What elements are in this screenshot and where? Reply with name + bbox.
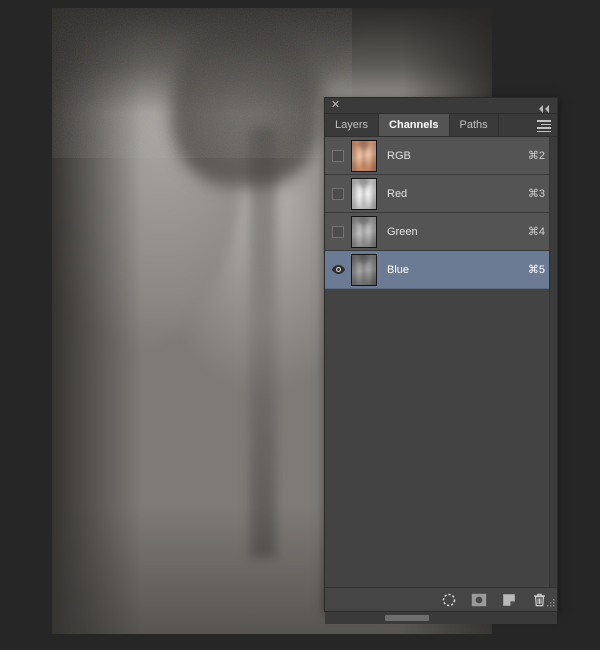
mask-icon [471,593,487,606]
visibility-off-icon [332,149,344,162]
panel-tabbar: Layers Channels Paths [325,114,557,137]
photo-spine-shadow [250,128,277,558]
tab-channels[interactable]: Channels [379,114,450,136]
create-new-channel-button[interactable] [497,589,521,611]
visibility-toggle-red[interactable] [325,175,351,213]
channel-name-blue: Blue [387,263,410,276]
panel-footer-toolbar [325,587,557,611]
channel-row-blue[interactable]: Blue ⌘5 [325,251,557,289]
channel-name-red: Red [387,187,408,200]
green-channel-thumbnail [351,215,377,248]
close-icon[interactable]: ✕ [330,100,341,111]
visibility-toggle-green[interactable] [325,213,351,251]
panel-vertical-scrollbar[interactable] [549,137,557,587]
red-channel-thumbnail [351,177,377,210]
new-page-icon [503,593,515,606]
channels-list: RGB ⌘2 Red ⌘3 Green ⌘4 Blue ⌘5 [325,137,557,587]
visibility-toggle-rgb[interactable] [325,137,351,175]
channel-row-red[interactable]: Red ⌘3 [325,175,557,213]
tab-paths[interactable]: Paths [450,114,499,136]
channel-name-green: Green [387,225,418,238]
horizontal-scrollbar-thumb[interactable] [385,615,429,621]
channel-row-rgb[interactable]: RGB ⌘2 [325,137,557,175]
blue-channel-thumbnail [351,253,377,286]
rgb-thumbnail [351,139,377,172]
horizontal-scrollbar-track[interactable] [325,612,557,624]
channels-panel: ✕ Layers Channels Paths RGB ⌘2 Red ⌘3 Gr… [325,98,557,611]
photo-grain-overlay [52,8,352,158]
double-chevron-left-icon[interactable] [537,101,551,113]
tab-layers[interactable]: Layers [325,114,380,136]
visibility-off-icon [332,225,344,238]
save-selection-as-channel-button[interactable] [467,589,491,611]
load-channel-as-selection-button[interactable] [437,589,461,611]
panel-menu-icon[interactable] [537,120,551,132]
app-window: ✕ Layers Channels Paths RGB ⌘2 Red ⌘3 Gr… [0,0,600,650]
panel-titlebar[interactable]: ✕ [325,98,557,114]
channel-name-rgb: RGB [387,149,411,162]
trash-icon [533,593,545,606]
channel-row-green[interactable]: Green ⌘4 [325,213,557,251]
visibility-toggle-blue[interactable] [325,251,351,289]
visibility-off-icon [332,187,344,200]
dashed-circle-icon [442,593,456,606]
resize-grip-icon[interactable] [545,599,555,609]
eye-icon [331,264,345,275]
